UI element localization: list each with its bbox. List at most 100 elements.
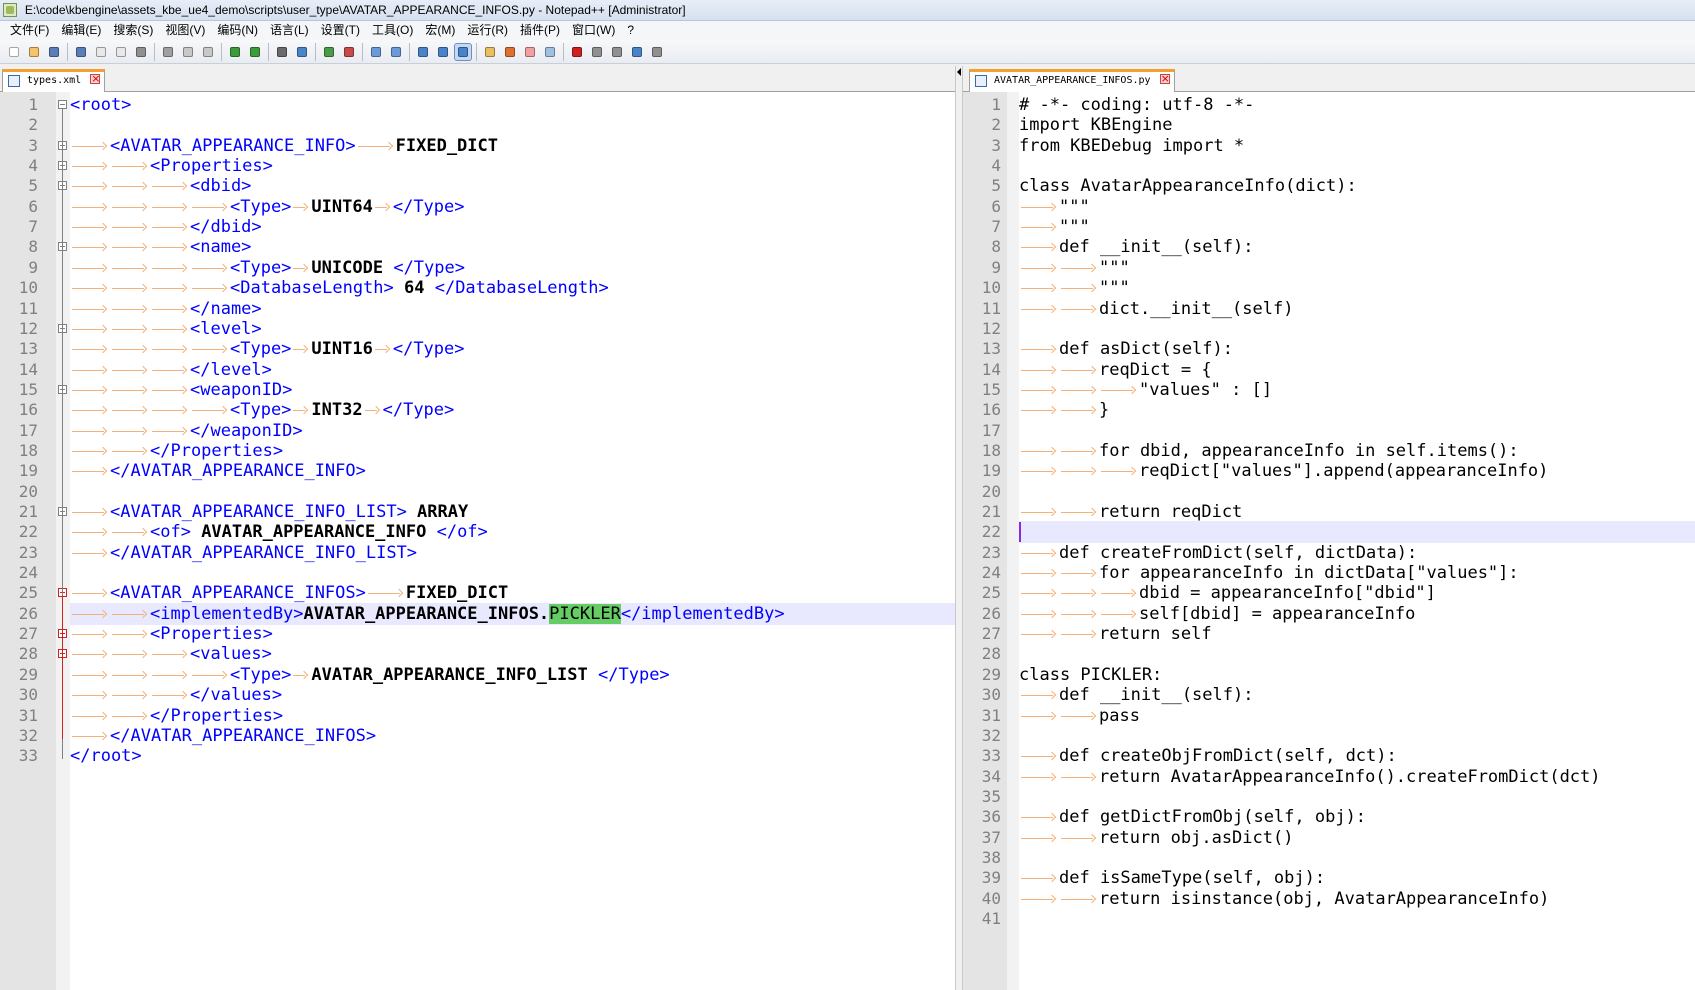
- paste-icon[interactable]: [200, 44, 216, 60]
- tab-indent-marker: [1059, 603, 1099, 625]
- tab-indent-marker: [1099, 582, 1139, 604]
- right-editor-pane: AVATAR_APPEARANCE_INFOS.py 1 # -*- coding…: [963, 66, 1695, 990]
- copy-icon[interactable]: [180, 44, 196, 60]
- python-code-text: """: [1059, 217, 1090, 238]
- tab-indent-marker: [150, 236, 190, 258]
- cut-icon[interactable]: [160, 44, 176, 60]
- code-line: return self: [1019, 623, 1695, 645]
- line-number: 2: [991, 115, 1001, 135]
- tab-indent-marker: [110, 603, 150, 625]
- tab-indent-marker: [366, 582, 406, 604]
- close-all-icon[interactable]: [113, 44, 129, 60]
- close-tab-icon[interactable]: [1159, 70, 1170, 88]
- tab-indent-marker: [1059, 379, 1099, 401]
- word-wrap-icon[interactable]: [415, 44, 431, 60]
- new-file-icon[interactable]: [6, 44, 22, 60]
- code-line: self[dbid] = appearanceInfo: [1019, 603, 1695, 625]
- xml-value: UINT16: [311, 339, 373, 360]
- save-all-icon[interactable]: [73, 44, 89, 60]
- menu-item-11[interactable]: 窗口(W): [566, 21, 621, 40]
- menu-item-5[interactable]: 语言(L): [264, 21, 315, 40]
- menu-item-12[interactable]: ?: [621, 21, 640, 40]
- tab-label: types.xml: [27, 75, 82, 86]
- line-number: 21: [18, 502, 38, 521]
- close-tab-icon[interactable]: [90, 70, 100, 88]
- pane-splitter[interactable]: [955, 66, 963, 990]
- python-code-text: def createFromDict(self, dictData):: [1059, 542, 1418, 563]
- save-icon[interactable]: [46, 44, 62, 60]
- menu-item-8[interactable]: 宏(M): [419, 21, 461, 40]
- sync-vertical-icon[interactable]: [368, 44, 384, 60]
- menu-item-10[interactable]: 插件(P): [514, 21, 566, 40]
- tab-indent-marker: [1019, 867, 1059, 889]
- xml-value: FIXED_DICT: [405, 583, 509, 604]
- zoom-out-icon[interactable]: [341, 44, 357, 60]
- tab-avatar-appearance-infos-py[interactable]: AVATAR_APPEARANCE_INFOS.py: [969, 69, 1175, 92]
- close-icon[interactable]: [93, 44, 109, 60]
- tab-indent-marker: [70, 277, 110, 299]
- redo-icon[interactable]: [247, 44, 263, 60]
- line-number: 3: [28, 135, 38, 155]
- menu-item-3[interactable]: 视图(V): [159, 21, 211, 40]
- zoom-in-icon[interactable]: [321, 44, 337, 60]
- python-code-text: reqDict["values"].append(appearanceInfo): [1139, 461, 1549, 482]
- menu-item-6[interactable]: 设置(T): [315, 21, 366, 40]
- tab-indent-marker: [110, 318, 150, 340]
- python-code-text: return reqDict: [1099, 502, 1243, 522]
- menu-item-9[interactable]: 运行(R): [461, 21, 514, 40]
- code-line: }: [1019, 399, 1695, 421]
- tab-indent-marker: [70, 664, 110, 686]
- line-number: 25: [981, 583, 1001, 603]
- stop-macro-icon[interactable]: [589, 44, 605, 60]
- replace-icon[interactable]: [294, 44, 310, 60]
- xml-tag: <dbid>: [190, 176, 252, 197]
- line-number: 26: [981, 603, 1001, 623]
- tab-indent-marker: [1059, 440, 1099, 462]
- tab-label: AVATAR_APPEARANCE_INFOS.py: [994, 75, 1151, 86]
- folder-workspace-icon[interactable]: [522, 44, 538, 60]
- tab-indent-marker: [1019, 399, 1059, 421]
- line-number: 41: [981, 909, 1001, 928]
- line-number: 31: [981, 705, 1001, 725]
- monitor-icon[interactable]: [542, 44, 558, 60]
- tab-indent-marker: [1019, 684, 1059, 706]
- line-number: 34: [981, 766, 1001, 786]
- tab-indent-marker: [150, 399, 190, 421]
- find-icon[interactable]: [274, 44, 290, 60]
- fold-guide-active: [62, 596, 63, 739]
- right-code-editor[interactable]: 1 # -*- coding: utf-8 -*- 2 import KBEngine…: [963, 92, 1695, 990]
- tab-indent-marker: [110, 684, 150, 706]
- tab-types-xml[interactable]: types.xml: [2, 69, 106, 92]
- sync-horizontal-icon[interactable]: [388, 44, 404, 60]
- code-line: class AvatarAppearanceInfo(dict):: [1019, 175, 1695, 197]
- show-all-chars-icon[interactable]: [435, 44, 451, 60]
- tab-indent-marker: [70, 542, 110, 564]
- undo-icon[interactable]: [227, 44, 243, 60]
- menu-item-0[interactable]: 文件(F): [4, 21, 55, 40]
- tab-indent-marker: [110, 623, 150, 645]
- xml-tag: <name>: [190, 237, 252, 258]
- saved-file-icon: [8, 75, 20, 87]
- menu-item-2[interactable]: 搜索(S): [107, 21, 159, 40]
- document-map-icon[interactable]: [482, 44, 498, 60]
- function-list-icon[interactable]: [502, 44, 518, 60]
- xml-tag: </name>: [190, 298, 262, 319]
- run-macro-multiple-icon[interactable]: [629, 44, 645, 60]
- code-line: </AVATAR_APPEARANCE_INFOS>: [70, 725, 955, 747]
- tab-marker: [291, 664, 311, 686]
- play-macro-icon[interactable]: [609, 44, 625, 60]
- record-macro-icon[interactable]: [569, 44, 585, 60]
- indent-guide-icon[interactable]: [454, 43, 472, 61]
- menu-item-1[interactable]: 编辑(E): [55, 21, 107, 40]
- print-icon[interactable]: [133, 44, 149, 60]
- tab-indent-marker: [70, 359, 110, 381]
- menu-item-7[interactable]: 工具(O): [366, 21, 419, 40]
- code-line: return isinstance(obj, AvatarAppearanceI…: [1019, 888, 1695, 910]
- left-code-editor[interactable]: 1 <root> 2 3 <AVATAR_APPEARANCE_INFO> FIXED_D…: [0, 92, 955, 990]
- open-file-icon[interactable]: [26, 44, 42, 60]
- tab-indent-marker: [1059, 399, 1099, 421]
- save-macro-icon[interactable]: [649, 44, 665, 60]
- menu-item-4[interactable]: 编码(N): [211, 21, 264, 40]
- tab-indent-marker: [70, 440, 110, 462]
